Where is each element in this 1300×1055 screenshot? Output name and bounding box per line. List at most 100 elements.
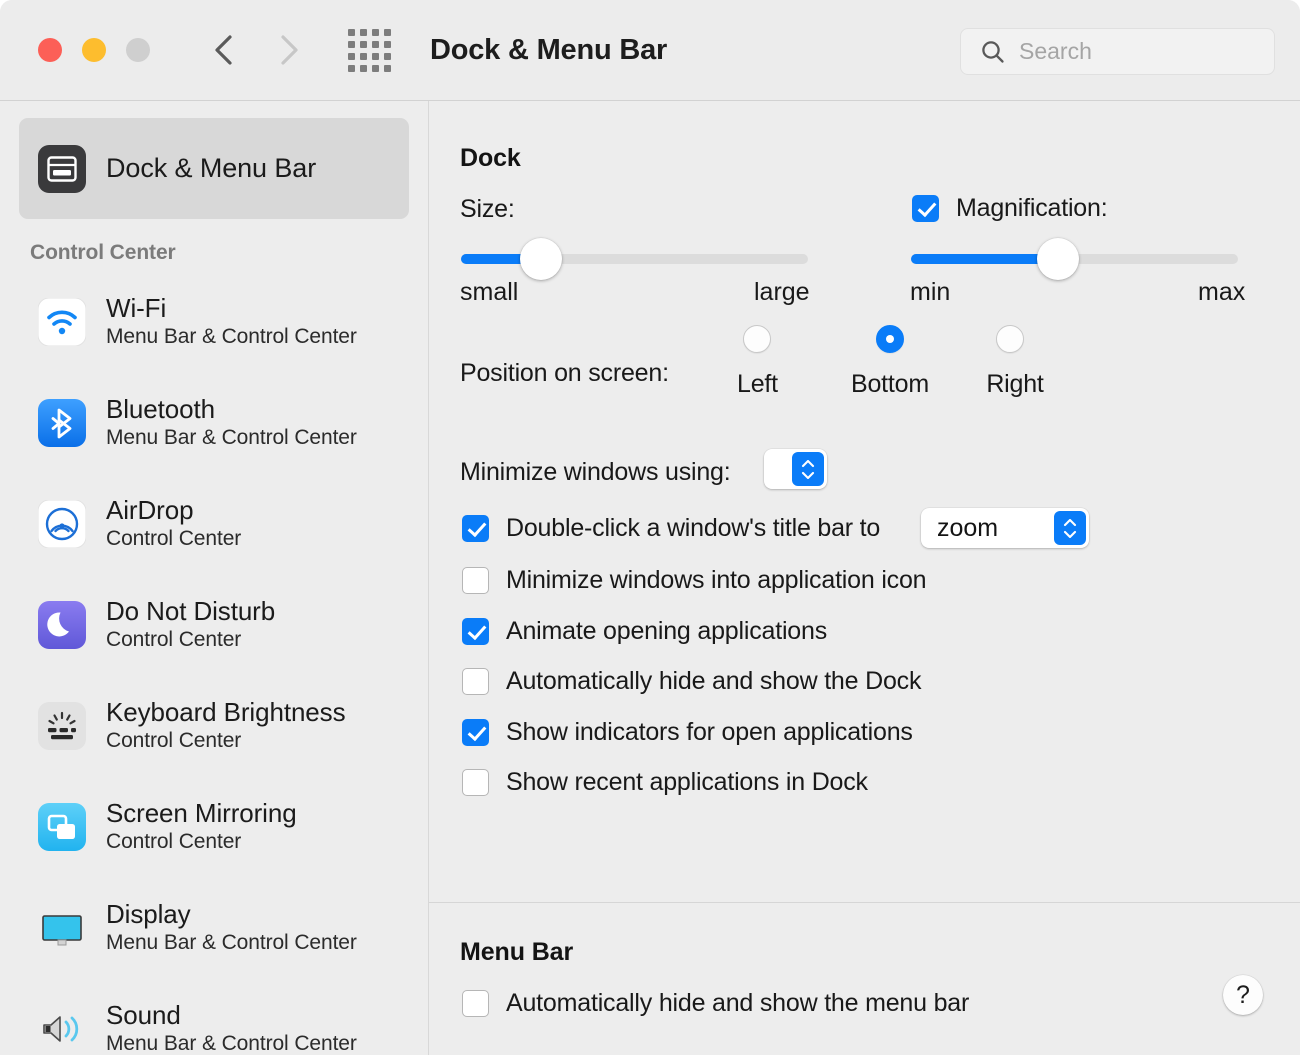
sidebar-item-sublabel: Control Center [106,526,241,552]
sidebar-item-label: Display [106,899,357,930]
forward-chevron-icon[interactable] [274,30,302,70]
magnification-slider-thumb[interactable] [1037,238,1079,280]
sidebar-item-sublabel: Control Center [106,627,275,653]
position-option-bottom[interactable]: Bottom [835,325,945,399]
section-divider [429,902,1300,903]
sidebar-item-do-not-disturb[interactable]: Do Not Disturb Control Center [19,574,409,675]
dock-size-label: Size: [460,195,515,224]
search-field[interactable]: Search [960,28,1275,75]
sidebar-item-texts: Display Menu Bar & Control Center [106,899,357,956]
minimize-using-popup[interactable] [764,449,827,489]
position-radio-left[interactable] [743,325,771,353]
double-click-action-popup[interactable]: zoom [921,508,1089,548]
sidebar-item-sublabel: Control Center [106,728,345,754]
checkbox-row-minimize-into-icon[interactable]: Minimize windows into application icon [462,566,926,595]
do-not-disturb-icon [38,601,86,649]
main-pane: Dock Size: Magnification: small large mi… [429,101,1300,1055]
search-placeholder: Search [1019,38,1092,65]
minimize-button[interactable] [82,38,106,62]
checkbox-row-auto-hide-dock[interactable]: Automatically hide and show the Dock [462,667,921,696]
sidebar-item-sublabel: Control Center [106,829,297,855]
sidebar-item-sound[interactable]: Sound Menu Bar & Control Center [19,978,409,1055]
dock-size-slider-thumb[interactable] [520,238,562,280]
navigation-buttons [210,30,302,70]
menu-bar-section-title: Menu Bar [460,938,573,967]
checkbox-row-auto-hide-menu-bar[interactable]: Automatically hide and show the menu bar [462,989,969,1018]
sidebar-item-texts: Bluetooth Menu Bar & Control Center [106,394,357,451]
sound-icon [38,1005,86,1053]
sidebar-item-dock-menu-bar[interactable]: Dock & Menu Bar [19,118,409,219]
magnification-slider[interactable] [911,254,1238,264]
checkbox-row-show-indicators[interactable]: Show indicators for open applications [462,718,913,747]
page-title: Dock & Menu Bar [430,34,667,67]
search-icon [979,38,1007,66]
sidebar-item-sublabel: Menu Bar & Control Center [106,324,357,350]
auto-hide-menu-bar-label: Automatically hide and show the menu bar [506,989,969,1018]
sidebar-item-texts: Do Not Disturb Control Center [106,596,275,653]
sidebar: Dock & Menu Bar Control Center Wi-Fi Men… [0,101,429,1055]
magnification-max-label: max [1198,278,1245,307]
magnification-label: Magnification: [956,194,1107,223]
minimize-into-icon-checkbox[interactable] [462,567,489,594]
double-click-action-value: zoom [921,514,1054,543]
show-indicators-checkbox[interactable] [462,719,489,746]
sidebar-item-airdrop[interactable]: AirDrop Control Center [19,473,409,574]
position-on-screen-label: Position on screen: [460,359,669,388]
magnification-checkbox[interactable] [912,195,939,222]
position-radio-right[interactable] [996,325,1024,353]
sidebar-item-wifi[interactable]: Wi-Fi Menu Bar & Control Center [19,271,409,372]
sidebar-item-texts: Sound Menu Bar & Control Center [106,1000,357,1055]
position-option-right[interactable]: Right [970,325,1060,399]
system-preferences-window: Dock & Menu Bar Search [0,0,1300,1055]
sidebar-item-sublabel: Menu Bar & Control Center [106,425,357,451]
dock-size-slider[interactable] [461,254,808,264]
maximize-button[interactable] [126,38,150,62]
double-click-checkbox[interactable] [462,515,489,542]
position-label-left: Left [737,370,778,399]
sidebar-item-bluetooth[interactable]: Bluetooth Menu Bar & Control Center [19,372,409,473]
sidebar-item-label: Do Not Disturb [106,596,275,627]
close-button[interactable] [38,38,62,62]
recent-apps-label: Show recent applications in Dock [506,768,868,797]
checkbox-row-recent-apps[interactable]: Show recent applications in Dock [462,768,868,797]
position-option-left[interactable]: Left [737,325,778,399]
sidebar-item-keyboard-brightness[interactable]: Keyboard Brightness Control Center [19,675,409,776]
airdrop-icon [38,500,86,548]
sidebar-item-sublabel: Menu Bar & Control Center [106,1031,357,1055]
help-button[interactable]: ? [1223,975,1263,1015]
sidebar-item-texts: Screen Mirroring Control Center [106,798,297,855]
auto-hide-dock-label: Automatically hide and show the Dock [506,667,921,696]
back-chevron-icon[interactable] [210,30,238,70]
screen-mirroring-icon [38,803,86,851]
sidebar-item-label: Screen Mirroring [106,798,297,829]
sidebar-item-label: Bluetooth [106,394,357,425]
sidebar-item-display[interactable]: Display Menu Bar & Control Center [19,877,409,978]
position-label-right: Right [970,370,1060,399]
dock-section-title: Dock [460,144,521,173]
position-label-bottom: Bottom [835,370,945,399]
keyboard-brightness-icon [38,702,86,750]
animate-opening-label: Animate opening applications [506,617,827,646]
stepper-icon[interactable] [1054,511,1086,545]
magnification-slider-fill [911,254,1058,264]
sidebar-item-screen-mirroring[interactable]: Screen Mirroring Control Center [19,776,409,877]
auto-hide-menu-bar-checkbox[interactable] [462,990,489,1017]
magnification-row[interactable]: Magnification: [912,194,1107,223]
show-all-icon[interactable] [348,29,391,72]
animate-opening-checkbox[interactable] [462,618,489,645]
position-radio-bottom[interactable] [876,325,904,353]
recent-apps-checkbox[interactable] [462,769,489,796]
sidebar-item-label: Wi-Fi [106,293,357,324]
auto-hide-dock-checkbox[interactable] [462,668,489,695]
dock-size-max-label: large [754,278,810,307]
window-body: Dock & Menu Bar Control Center Wi-Fi Men… [0,101,1300,1055]
double-click-row[interactable]: Double-click a window's title bar to [462,514,880,543]
stepper-icon[interactable] [792,452,824,486]
display-icon [38,904,86,952]
sidebar-group-label: Control Center [30,241,428,265]
checkbox-row-animate-opening[interactable]: Animate opening applications [462,617,827,646]
sidebar-item-texts: AirDrop Control Center [106,495,241,552]
dock-menu-bar-icon [38,145,86,193]
bluetooth-icon [38,399,86,447]
sidebar-item-texts: Wi-Fi Menu Bar & Control Center [106,293,357,350]
